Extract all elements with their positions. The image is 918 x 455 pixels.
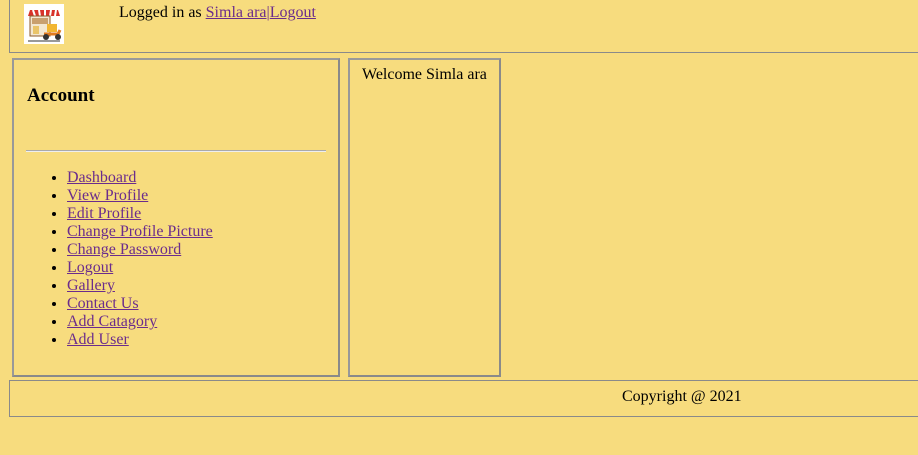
copyright-text: Copyright @ 2021 bbox=[622, 388, 742, 405]
account-sidebar: Account Dashboard View Profile Edit Prof… bbox=[12, 58, 340, 377]
menu-item-logout: Logout bbox=[67, 259, 213, 277]
shop-logo-icon[interactable] bbox=[24, 4, 64, 44]
menu-item-contact-us: Contact Us bbox=[67, 295, 213, 313]
main-content: Welcome Simla ara bbox=[348, 58, 501, 377]
gallery-link[interactable]: Gallery bbox=[67, 277, 115, 294]
menu-item-add-category: Add Catagory bbox=[67, 313, 213, 331]
menu-item-dashboard: Dashboard bbox=[67, 169, 213, 187]
add-user-link[interactable]: Add User bbox=[67, 331, 129, 348]
change-profile-picture-link[interactable]: Change Profile Picture bbox=[67, 223, 213, 240]
menu-item-add-user: Add User bbox=[67, 331, 213, 349]
page-footer: Copyright @ 2021 bbox=[9, 380, 918, 417]
menu-item-change-password: Change Password bbox=[67, 241, 213, 259]
page-header: Logged in as Simla ara|Logout bbox=[9, 0, 918, 53]
edit-profile-link[interactable]: Edit Profile bbox=[67, 205, 141, 222]
view-profile-link[interactable]: View Profile bbox=[67, 187, 148, 204]
username-link[interactable]: Simla ara bbox=[206, 4, 267, 21]
account-menu: Dashboard View Profile Edit Profile Chan… bbox=[27, 169, 213, 349]
login-status: Logged in as Simla ara|Logout bbox=[119, 4, 316, 22]
sidebar-logout-link[interactable]: Logout bbox=[67, 259, 113, 276]
menu-item-edit-profile: Edit Profile bbox=[67, 205, 213, 223]
sidebar-heading: Account bbox=[27, 85, 95, 106]
change-password-link[interactable]: Change Password bbox=[67, 241, 181, 258]
add-category-link[interactable]: Add Catagory bbox=[67, 313, 157, 330]
contact-us-link[interactable]: Contact Us bbox=[67, 295, 139, 312]
sidebar-divider bbox=[26, 150, 326, 152]
dashboard-link[interactable]: Dashboard bbox=[67, 169, 136, 186]
menu-item-gallery: Gallery bbox=[67, 277, 213, 295]
menu-item-change-profile-picture: Change Profile Picture bbox=[67, 223, 213, 241]
welcome-message: Welcome Simla ara bbox=[362, 66, 487, 83]
header-logout-link[interactable]: Logout bbox=[270, 4, 316, 21]
menu-item-view-profile: View Profile bbox=[67, 187, 213, 205]
logged-in-prefix: Logged in as bbox=[119, 4, 202, 21]
